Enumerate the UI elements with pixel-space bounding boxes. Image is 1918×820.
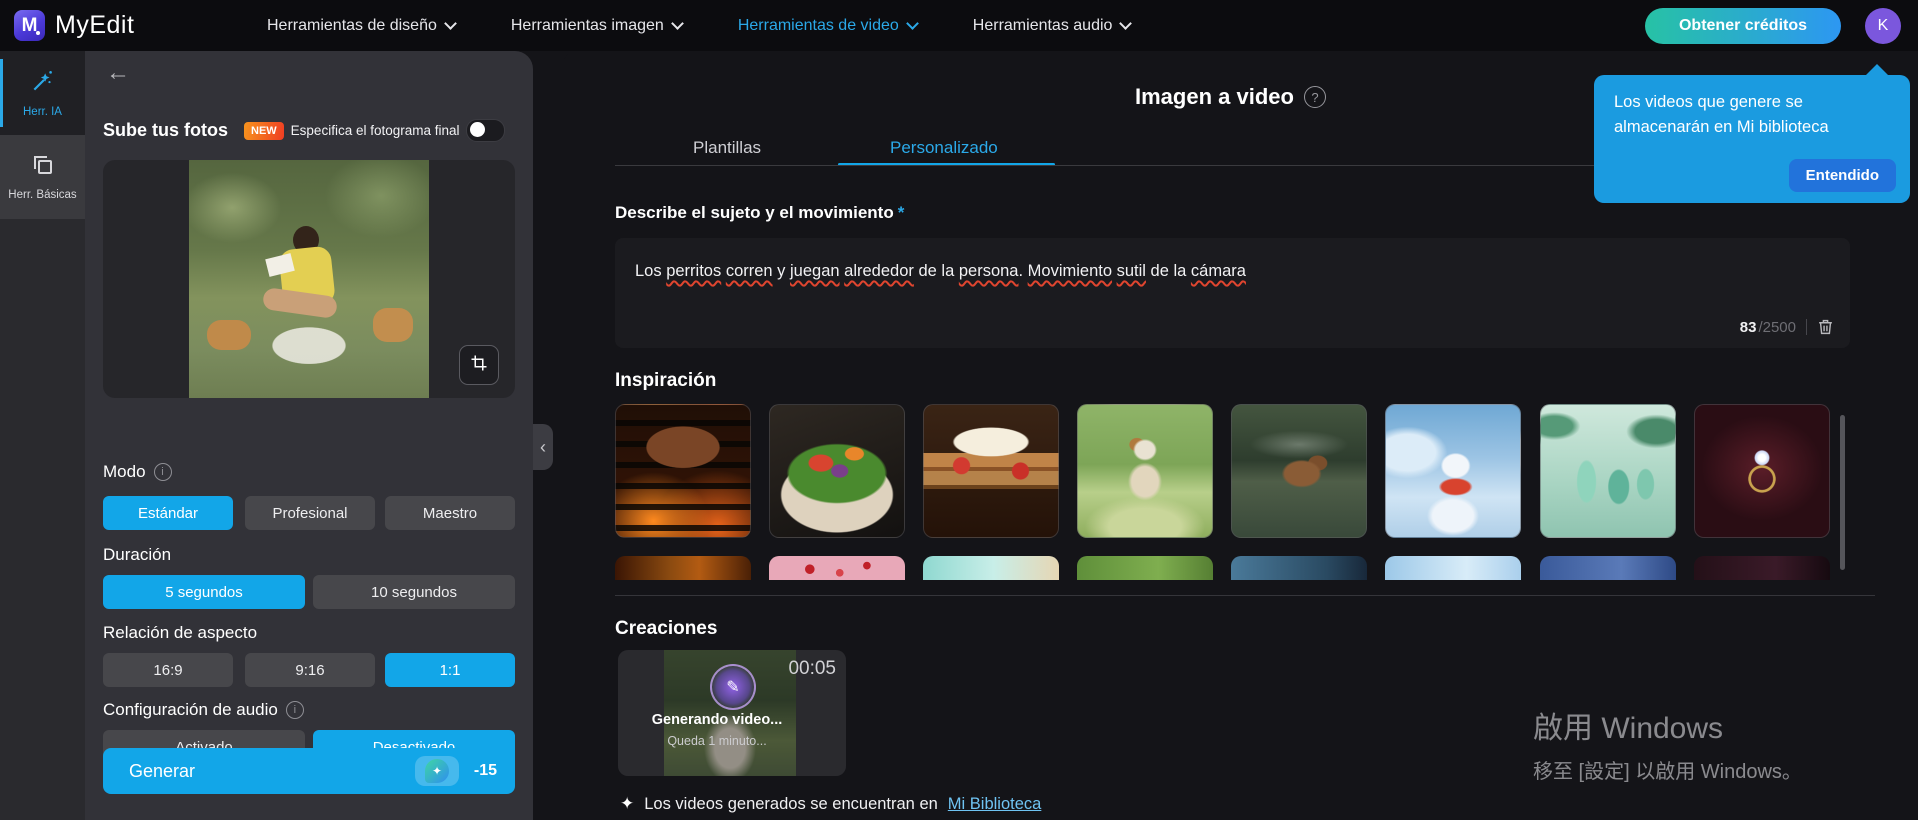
prompt-textarea[interactable]: Los perritos corren y juegan alrededor d… <box>615 238 1850 348</box>
inspiration-thumb-row2[interactable] <box>1231 556 1367 580</box>
uploaded-photo <box>189 160 429 398</box>
required-asterisk: * <box>897 203 905 222</box>
library-footer: ✦ Los videos generados se encuentran en … <box>620 794 1041 814</box>
aspect-option-16-9[interactable]: 16:9 <box>103 653 233 687</box>
crop-button[interactable] <box>459 345 499 385</box>
watermark-line1: 啟用 Windows <box>1533 712 1724 745</box>
inspiration-thumb-row2[interactable] <box>1077 556 1213 580</box>
audio-settings-label: Configuración de audio i <box>103 700 304 720</box>
mode-option-maestro[interactable]: Maestro <box>385 496 515 530</box>
rail-item-basic-tools[interactable]: Herr. Básicas <box>0 135 85 219</box>
mode-option-profesional[interactable]: Profesional <box>245 496 375 530</box>
menu-audio-tools[interactable]: Herramientas audio <box>973 17 1133 35</box>
inspiration-thumb-steak[interactable] <box>615 404 751 538</box>
user-avatar[interactable]: K <box>1865 8 1901 44</box>
inspiration-thumb-dog[interactable] <box>1077 404 1213 538</box>
credit-cost: -15 <box>473 762 497 779</box>
inspiration-thumb-pancakes[interactable] <box>923 404 1059 538</box>
my-library-link[interactable]: Mi Biblioteca <box>948 795 1042 814</box>
info-icon[interactable]: i <box>285 701 304 719</box>
inspiration-scrollbar[interactable] <box>1840 415 1845 570</box>
video-duration: 00:05 <box>788 658 836 679</box>
video-status: Generando video... <box>651 712 783 728</box>
crop-icon <box>470 354 488 377</box>
myedit-logo[interactable]: M MyEdit <box>14 10 134 41</box>
section-divider <box>615 595 1875 596</box>
prompt-label: Describe el sujeto y el movimiento * <box>615 203 905 222</box>
page-title: Imagen a video ? <box>1135 84 1326 110</box>
uploaded-photo-preview[interactable] <box>103 160 515 398</box>
tooltip-text: Los videos que genere se almacenarán en … <box>1614 93 1829 136</box>
inspiration-thumb-row2[interactable] <box>1540 556 1676 580</box>
generating-glow-icon: ✎ <box>710 664 756 710</box>
inspiration-thumb-row2[interactable] <box>1385 556 1521 580</box>
myedit-app: M MyEdit Herramientas de diseño Herramie… <box>0 0 1918 820</box>
char-counter: 83/2500 <box>1740 318 1834 336</box>
aspect-option-1-1[interactable]: 1:1 <box>385 653 515 687</box>
sparkle-icon: ✦ <box>620 794 635 813</box>
settings-panel: ← Sube tus fotos NEW Especifica el fotog… <box>85 51 533 820</box>
credit-icon: ✦ <box>425 759 449 783</box>
main-menu: Herramientas de diseño Herramientas imag… <box>267 0 1133 51</box>
char-max: /2500 <box>1758 318 1796 336</box>
inspiration-thumb-polar-bear[interactable] <box>1385 404 1521 538</box>
inspiration-thumb-row2[interactable] <box>615 556 751 580</box>
inspiration-thumb-row2[interactable] <box>1694 556 1830 580</box>
mode-option-estandar[interactable]: Estándar <box>103 496 233 530</box>
chevron-down-icon <box>444 17 457 30</box>
menu-video-tools[interactable]: Herramientas de video <box>738 17 919 35</box>
info-icon[interactable]: i <box>153 463 172 481</box>
char-count: 83 <box>1739 318 1757 336</box>
tooltip-ok-button[interactable]: Entendido <box>1788 159 1896 192</box>
inspiration-thumb-salad[interactable] <box>769 404 905 538</box>
inspiration-thumb-row2[interactable] <box>769 556 905 580</box>
duration-option-5s[interactable]: 5 segundos <box>103 575 305 609</box>
duration-label: Duración <box>103 545 172 564</box>
tool-rail: Herr. IA Herr. Básicas <box>0 51 85 820</box>
duration-option-10s[interactable]: 10 segundos <box>313 575 515 609</box>
magic-wand-icon <box>30 68 56 99</box>
upload-photos-title: Sube tus fotos <box>103 120 228 140</box>
watermark-line2: 移至 [設定] 以啟用 Windows。 <box>1533 761 1802 783</box>
aspect-ratio-label: Relación de aspecto <box>103 623 258 642</box>
prompt-text: Los perritos corren y juegan alrededor d… <box>635 262 1246 280</box>
windows-watermark: 啟用 Windows 移至 [設定] 以啟用 Windows。 <box>1533 703 1802 784</box>
menu-image-tools[interactable]: Herramientas imagen <box>511 17 684 35</box>
myedit-logo-icon: M <box>14 10 45 41</box>
inspiration-thumb-row2[interactable] <box>923 556 1059 580</box>
generate-button[interactable]: Generar ✦ -15 <box>103 748 515 794</box>
footer-text: Los videos generados se encuentran en <box>644 794 938 813</box>
credit-pill: ✦ <box>415 756 459 786</box>
chevron-down-icon <box>670 17 684 30</box>
endframe-label: Especifica el fotograma final <box>290 123 460 138</box>
trash-icon[interactable] <box>1817 318 1834 336</box>
menu-design-tools[interactable]: Herramientas de diseño <box>267 17 457 35</box>
video-eta: Queda 1 minuto... <box>667 734 767 748</box>
back-arrow-button[interactable]: ← <box>106 61 130 85</box>
tab-plantillas[interactable]: Plantillas <box>693 138 761 158</box>
new-badge: NEW <box>244 121 284 140</box>
tab-personalizado[interactable]: Personalizado <box>890 138 998 158</box>
inspiration-thumb-ring[interactable] <box>1694 404 1830 538</box>
get-credits-button[interactable]: Obtener créditos <box>1645 8 1841 44</box>
inspiration-thumb-capybara[interactable] <box>1231 404 1367 538</box>
endframe-toggle[interactable] <box>465 119 505 142</box>
library-tooltip: Los videos que genere se almacenarán en … <box>1594 64 1910 203</box>
rail-item-ai-tools[interactable]: Herr. IA <box>0 51 85 135</box>
help-icon[interactable]: ? <box>1303 86 1326 108</box>
layers-icon <box>31 153 55 182</box>
chevron-down-icon <box>905 17 919 30</box>
panel-collapse-handle[interactable]: ‹ <box>533 424 553 470</box>
generating-video-card[interactable]: ✎ 00:05 Generando video... Queda 1 minut… <box>618 650 846 776</box>
inspiration-thumb-skincare[interactable] <box>1540 404 1676 538</box>
top-navbar: M MyEdit Herramientas de diseño Herramie… <box>0 0 1918 51</box>
mode-label: Modo i <box>103 462 172 482</box>
chevron-down-icon <box>1119 17 1133 30</box>
inspiration-title: Inspiración <box>615 370 717 391</box>
creations-title: Creaciones <box>615 618 718 639</box>
aspect-option-9-16[interactable]: 9:16 <box>245 653 375 687</box>
logo-wordmark: MyEdit <box>55 11 135 39</box>
